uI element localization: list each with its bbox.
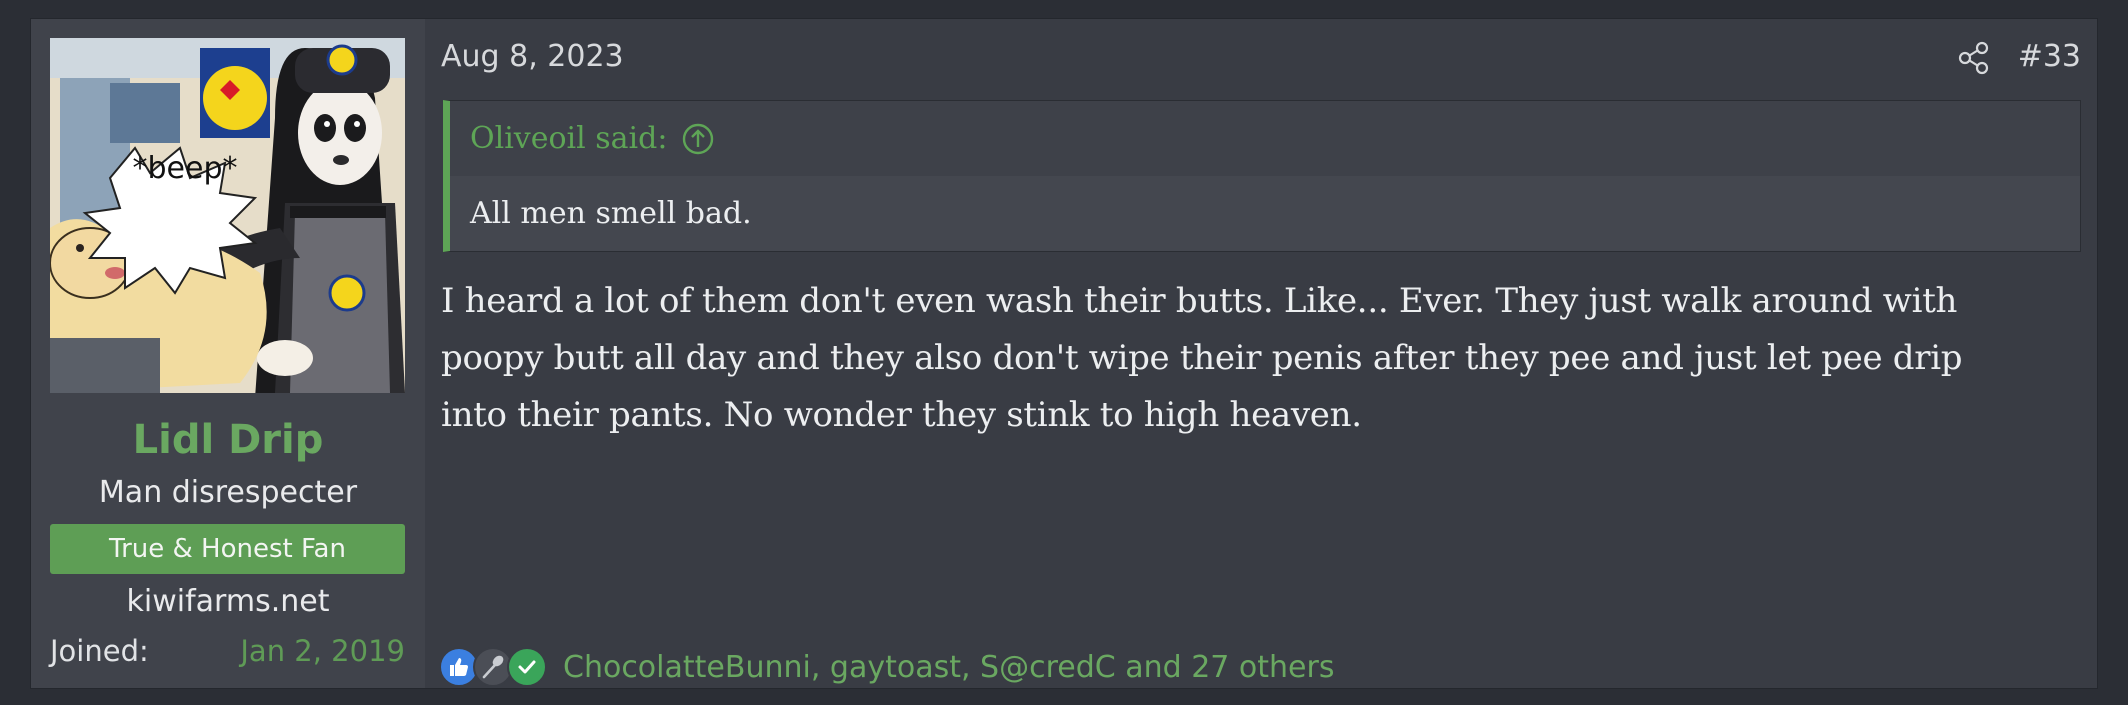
message-line: I heard a lot of them don't even wash th… [441,281,1958,321]
post-content: Aug 8, 2023 #33 Oliveoil said: All men s… [425,19,2097,688]
joined-label: Joined: [50,634,149,668]
avatar-image: *beep* [50,38,405,393]
user-title: Man disrespecter [98,475,358,510]
message-line: into their pants. No wonder they stink t… [441,395,1362,435]
arrow-up-circle-icon[interactable] [681,122,715,156]
post-message: I heard a lot of them don't even wash th… [441,273,2101,444]
quote-author-link[interactable]: Oliveoil said: [450,101,2080,176]
quote-block: Oliveoil said: All men smell bad. [443,100,2081,252]
user-banner: True & Honest Fan [50,524,405,574]
quote-author: Oliveoil said: [470,121,668,156]
user-avatar[interactable]: *beep* [50,38,405,393]
joined-row: Joined: Jan 2, 2019 [50,634,405,668]
checkmark-icon [507,647,547,687]
reaction-names-link[interactable]: ChocolatteBunni, gaytoast, S@credC and 2… [563,650,1334,685]
reactions-bar: ChocolatteBunni, gaytoast, S@credC and 2… [439,647,1334,687]
user-info-panel: *beep* Lidl Drip Man disrespecter True &… [31,19,425,688]
post-date[interactable]: Aug 8, 2023 [441,39,624,74]
post-number-link[interactable]: #33 [2018,39,2081,74]
username[interactable]: Lidl Drip [31,417,425,463]
quote-text: All men smell bad. [450,176,2080,251]
joined-date: Jan 2, 2019 [240,634,405,668]
share-icon[interactable] [1957,41,1991,75]
message-line: poopy butt all day and they also don't w… [441,338,1963,378]
user-site: kiwifarms.net [126,584,330,619]
avatar-caption: *beep* [133,151,238,186]
forum-post: *beep* Lidl Drip Man disrespecter True &… [30,18,2098,689]
